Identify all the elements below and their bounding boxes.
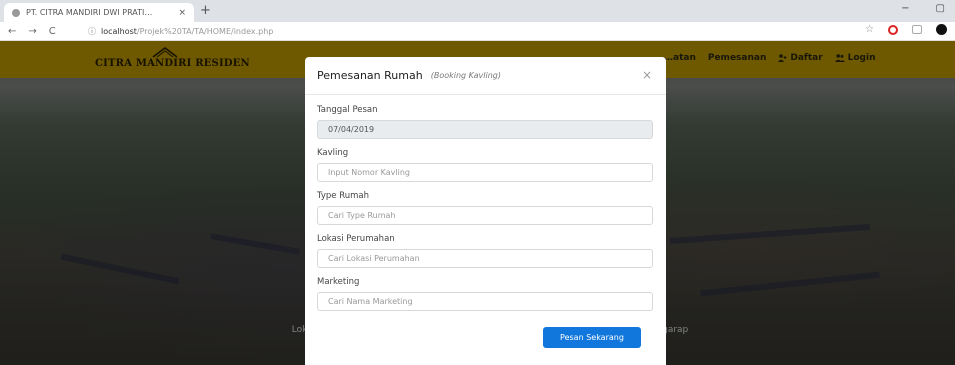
type-rumah-input[interactable]: Cari Type Rumah [317, 206, 653, 225]
back-arrow-icon[interactable]: ← [8, 26, 16, 37]
type-rumah-label: Type Rumah [317, 191, 370, 201]
marketing-input[interactable]: Cari Nama Marketing [317, 292, 653, 311]
window-minimize-icon[interactable]: − [901, 3, 909, 14]
modal-header: Pemesanan Rumah (Booking Kavling) × [305, 57, 666, 95]
browser-tab-title: PT. CITRA MANDIRI DWI PRATI… [26, 8, 153, 17]
browser-extensions: ☆ [865, 24, 947, 35]
reload-icon[interactable]: C [49, 26, 56, 37]
tanggal-pesan-field: 07/04/2019 [317, 120, 653, 139]
tab-close-icon[interactable]: × [178, 8, 186, 18]
forward-arrow-icon[interactable]: → [28, 26, 36, 37]
marketing-label: Marketing [317, 277, 360, 287]
address-host: localhost [101, 26, 137, 36]
pesan-sekarang-button[interactable]: Pesan Sekarang [543, 327, 641, 348]
browser-nav: ← → C [8, 26, 88, 37]
modal-subtitle: (Booking Kavling) [430, 71, 501, 80]
opera-extension-icon[interactable] [888, 24, 898, 35]
window-controls: − ▢ [901, 3, 945, 14]
browser-toolbar: ← → C ⓘ localhost /Projek%20TA/TA/HOME/i… [0, 22, 955, 41]
new-tab-icon[interactable]: + [200, 3, 211, 18]
web-page: Lokasi Citra yang sudah …………………………………………… [0, 41, 955, 365]
tanggal-pesan-label: Tanggal Pesan [317, 105, 378, 115]
window-restore-icon[interactable]: ▢ [936, 3, 945, 14]
modal-close-icon[interactable]: × [642, 68, 652, 82]
info-icon[interactable]: ⓘ [88, 26, 96, 37]
browser-tab-strip: PT. CITRA MANDIRI DWI PRATI… × + − ▢ [0, 0, 955, 22]
profile-icon[interactable] [936, 24, 947, 35]
kavling-label: Kavling [317, 148, 349, 158]
extension-icon[interactable] [912, 25, 922, 34]
modal-title: Pemesanan Rumah [317, 69, 423, 82]
address-path: /Projek%20TA/TA/HOME/index.php [136, 26, 274, 36]
browser-tab[interactable]: PT. CITRA MANDIRI DWI PRATI… × [4, 3, 194, 22]
bookmark-star-icon[interactable]: ☆ [865, 24, 874, 35]
booking-modal: Pemesanan Rumah (Booking Kavling) × Tang… [305, 57, 666, 365]
kavling-input[interactable]: Input Nomor Kavling [317, 163, 653, 182]
lokasi-perumahan-input[interactable]: Cari Lokasi Perumahan [317, 249, 653, 268]
address-bar[interactable]: ⓘ localhost /Projek%20TA/TA/HOME/index.p… [88, 26, 273, 37]
site-favicon-icon [12, 8, 20, 17]
lokasi-perumahan-label: Lokasi Perumahan [317, 234, 395, 244]
